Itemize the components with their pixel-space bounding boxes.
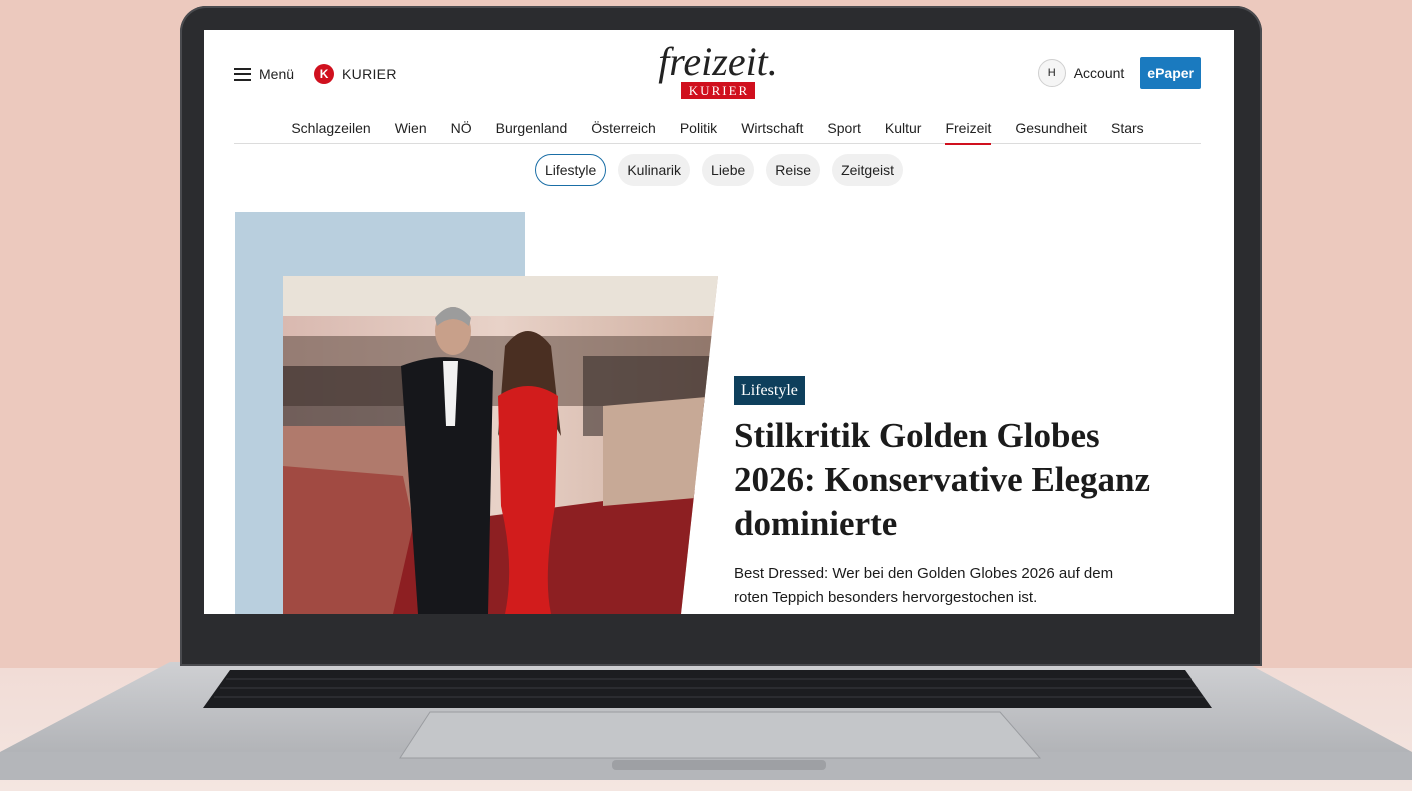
nav-item-österreich[interactable]: Österreich [591, 115, 656, 144]
nav-item-politik[interactable]: Politik [680, 115, 717, 144]
main-navigation: Schlagzeilen Wien NÖ Burgenland Österreich Po… [234, 115, 1201, 145]
freizeit-logo[interactable]: freizeit. KURIER [648, 42, 788, 100]
account-avatar[interactable]: H [1037, 59, 1066, 87]
kurier-link[interactable]: K KURIER [314, 64, 397, 84]
background-floor [0, 668, 1412, 791]
nav-item-schlagzeilen[interactable]: Schlagzeilen [291, 115, 370, 144]
account-link[interactable]: Account [1074, 65, 1125, 81]
subnav-pill-lifestyle[interactable]: Lifestyle [534, 154, 607, 186]
hamburger-icon [234, 67, 251, 81]
nav-item-gesundheit[interactable]: Gesundheit [1015, 115, 1087, 144]
kurier-k-icon: K [314, 64, 335, 84]
section-subnavigation: Lifestyle Kulinarik Liebe Reise Zeitgeist [204, 154, 1234, 186]
menu-button[interactable]: Menü [234, 66, 294, 82]
menu-label: Menü [259, 66, 295, 82]
category-tag[interactable]: Lifestyle [734, 376, 805, 405]
article-teaser: Best Dressed: Wer bei den Golden Globes … [734, 565, 1114, 606]
subnav-pill-reise[interactable]: Reise [766, 154, 821, 186]
nav-item-nö[interactable]: NÖ [451, 115, 472, 144]
logo-wordmark: freizeit. [658, 39, 778, 84]
nav-item-stars[interactable]: Stars [1111, 115, 1144, 144]
nav-item-sport[interactable]: Sport [827, 115, 860, 144]
kurier-label: KURIER [342, 66, 397, 82]
hero-photo[interactable] [283, 276, 718, 614]
subnav-pill-kulinarik[interactable]: Kulinarik [618, 154, 691, 186]
nav-item-burgenland[interactable]: Burgenland [496, 115, 568, 144]
logo-kurier-badge: KURIER [680, 82, 756, 99]
epaper-button[interactable]: ePaper [1140, 57, 1201, 89]
nav-item-kultur[interactable]: Kultur [885, 115, 922, 144]
subnav-pill-zeitgeist[interactable]: Zeitgeist [832, 154, 904, 186]
nav-item-wien[interactable]: Wien [395, 115, 427, 144]
nav-item-freizeit[interactable]: Freizeit [945, 115, 991, 145]
header-right: H Account ePaper [1037, 57, 1201, 89]
article-headline[interactable]: Stilkritik Golden Globes 2026: Konservat… [734, 414, 1154, 546]
nav-item-wirtschaft[interactable]: Wirtschaft [741, 115, 803, 144]
subnav-pill-liebe[interactable]: Liebe [702, 154, 755, 186]
header-left: Menü K KURIER [234, 64, 397, 84]
browser-viewport: Menü K KURIER freizeit. KURIER H Account… [204, 30, 1234, 614]
